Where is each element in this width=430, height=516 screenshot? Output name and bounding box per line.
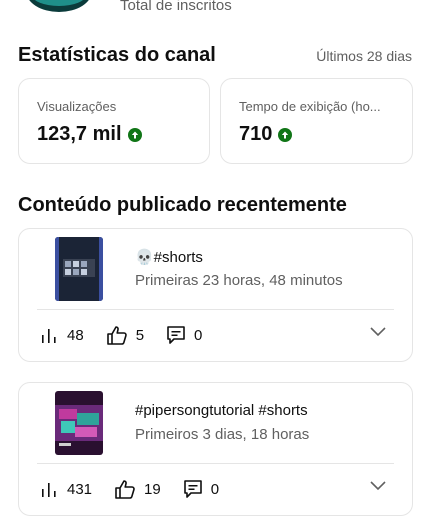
date-range-label[interactable]: Últimos 28 dias bbox=[316, 48, 412, 64]
comments-count: 0 bbox=[194, 326, 203, 344]
trend-up-icon bbox=[127, 127, 142, 142]
channel-avatar[interactable] bbox=[26, 0, 92, 12]
comment-icon bbox=[167, 326, 185, 344]
views-value-row: 123,7 mil bbox=[37, 123, 142, 146]
video-metrics: 431 19 0 bbox=[41, 479, 241, 499]
video-thumbnail[interactable] bbox=[55, 237, 103, 301]
comments-metric: 0 bbox=[166, 325, 202, 345]
video-period: Primeiros 3 dias, 18 horas bbox=[135, 426, 310, 443]
watch-time-card[interactable]: Tempo de exibição (ho... 710 bbox=[220, 78, 413, 164]
comments-count: 0 bbox=[210, 480, 220, 498]
thumbs-up-icon bbox=[106, 326, 127, 345]
views-label: Visualizações bbox=[37, 99, 117, 114]
watch-time-value-row: 710 bbox=[239, 123, 293, 146]
video-card[interactable]: 💀#shorts Primeiras 23 horas, 48 minutos … bbox=[18, 228, 413, 362]
views-card[interactable]: Visualizações 123,7 mil bbox=[18, 78, 210, 164]
video-card[interactable]: #pipersongtutorial #shorts Primeiros 3 d… bbox=[18, 382, 413, 516]
recent-content-title: Conteúdo publicado recentemente bbox=[18, 194, 347, 216]
watch-time-label: Tempo de exibição (ho... bbox=[239, 99, 381, 114]
likes-count: 5 bbox=[135, 326, 145, 344]
views-count: 431 bbox=[67, 480, 93, 498]
chevron-down-icon[interactable] bbox=[370, 481, 386, 491]
video-metrics: 48 5 0 bbox=[41, 325, 224, 345]
views-metric: 431 bbox=[41, 481, 92, 498]
views-value: 123,7 mil bbox=[37, 123, 122, 145]
likes-metric: 5 bbox=[106, 325, 144, 345]
views-count: 48 bbox=[67, 326, 84, 344]
chevron-down-icon[interactable] bbox=[370, 327, 386, 337]
channel-header: Total de inscritos bbox=[0, 0, 430, 16]
likes-metric: 19 bbox=[114, 479, 161, 499]
likes-count: 19 bbox=[144, 480, 161, 498]
divider bbox=[37, 463, 394, 464]
video-thumbnail[interactable] bbox=[55, 391, 103, 455]
avatar-ring bbox=[32, 0, 86, 6]
video-title: #pipersongtutorial #shorts bbox=[135, 402, 308, 419]
thumbs-up-icon bbox=[115, 480, 135, 499]
watch-time-value: 710 bbox=[239, 123, 273, 145]
channel-stats-title: Estatísticas do canal bbox=[18, 44, 216, 66]
video-period: Primeiras 23 horas, 48 minutos bbox=[135, 272, 343, 289]
comments-metric: 0 bbox=[183, 479, 219, 499]
comment-icon bbox=[183, 480, 202, 498]
video-title: 💀#shorts bbox=[135, 249, 203, 266]
divider bbox=[37, 309, 394, 310]
trend-up-icon bbox=[278, 127, 293, 142]
bar-chart-icon bbox=[42, 483, 56, 497]
subscribers-label: Total de inscritos bbox=[120, 0, 232, 14]
views-metric: 48 bbox=[41, 327, 84, 344]
bar-chart-icon bbox=[42, 329, 56, 343]
